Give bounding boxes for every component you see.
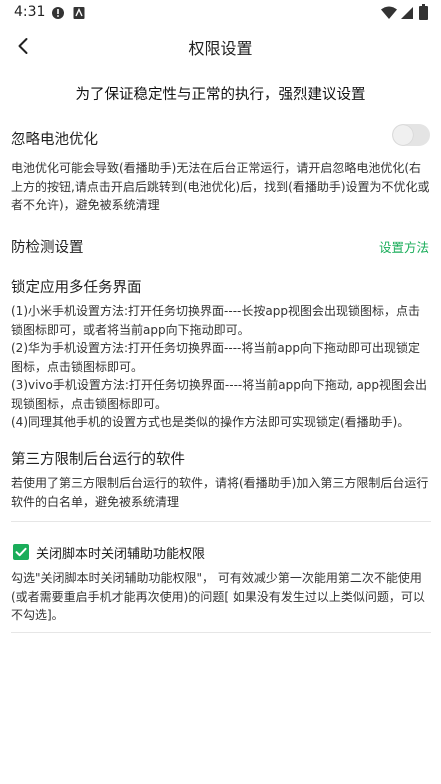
close-accessibility-checkbox[interactable] [13, 544, 29, 560]
close-accessibility-description: 勾选"关闭脚本时关闭辅助功能权限"， 可有效减少第一次能用第二次不能使用(或者需… [11, 571, 425, 622]
battery-icon [419, 4, 428, 24]
setup-method-link[interactable]: 设置方法 [379, 237, 429, 256]
recommendation-notice: 为了保证稳定性与正常的执行，强烈建议设置 [75, 87, 366, 103]
signal-icon [400, 5, 414, 24]
third-party-description: 若使用了第三方限制后台运行的软件，请将(看播助手)加入第三方限制后台运行软件的白… [11, 476, 429, 509]
divider [11, 521, 431, 522]
divider [11, 632, 431, 633]
lock-instruction-item: (4)同理其他手机的设置方式也是类似的操作方法即可实现锁定(看播助手)。 [11, 415, 410, 429]
lock-instruction-item: (3)vivo手机设置方法:打开任务切换界面----将当前app向下拖动, ap… [11, 378, 428, 411]
close-accessibility-label[interactable]: 关闭脚本时关闭辅助功能权限 [36, 543, 205, 562]
app-notification-icon [73, 5, 85, 24]
lock-instruction-item: (2)华为手机设置方法:打开任务切换界面----将当前app向下拖动即可出现锁定… [11, 341, 420, 374]
status-bar: 4:31 [0, 0, 441, 26]
status-time: 4:31 [14, 4, 46, 20]
anti-detect-title: 防检测设置 [11, 240, 84, 256]
battery-optimization-title: 忽略电池优化 [11, 132, 98, 148]
wifi-icon [381, 5, 397, 24]
battery-optimization-description: 电池优化可能会导致(看播助手)无法在后台正常运行，请开启忽略电池优化(右上方的按… [11, 161, 430, 212]
page-title: 权限设置 [188, 39, 253, 58]
lock-app-instructions: (1)小米手机设置方法:打开任务切换界面----长按app视图会出现锁图标，点击… [11, 302, 431, 432]
lock-app-title: 锁定应用多任务界面 [11, 280, 142, 296]
lock-instruction-item: (1)小米手机设置方法:打开任务切换界面----长按app视图会出现锁图标，点击… [11, 304, 420, 337]
alert-icon [51, 5, 65, 24]
app-bar: 权限设置 [0, 26, 441, 66]
checkmark-icon [15, 547, 27, 557]
third-party-title: 第三方限制后台运行的软件 [11, 452, 185, 468]
toggle-knob [393, 125, 413, 145]
battery-optimization-toggle[interactable] [392, 124, 430, 146]
